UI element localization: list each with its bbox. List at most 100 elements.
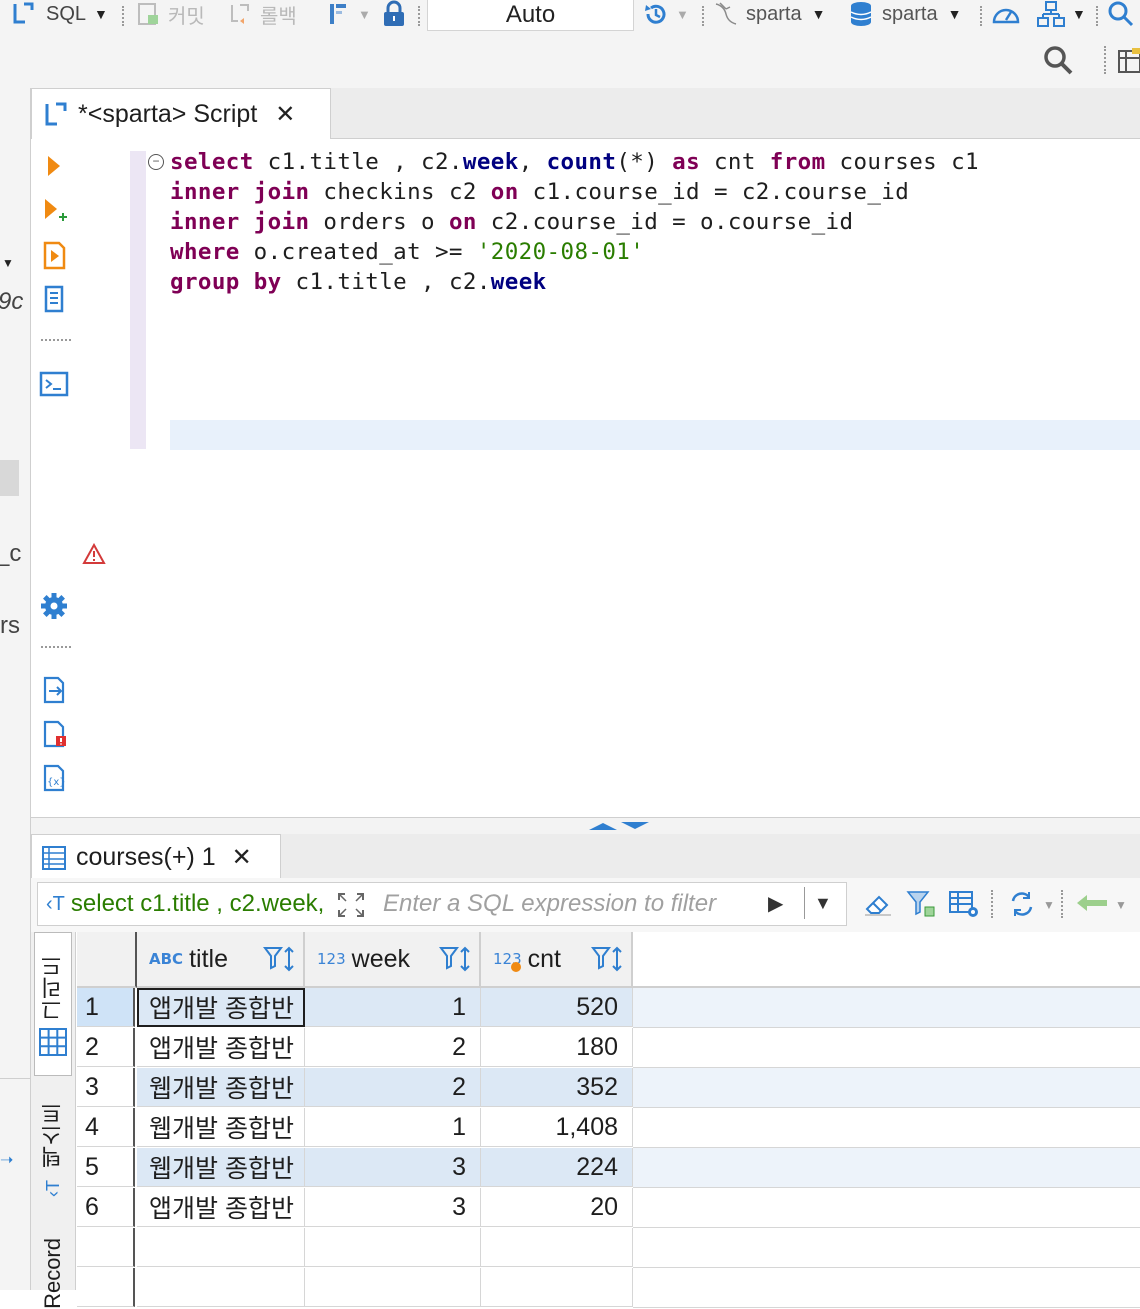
tab-text[interactable]: 텍스트 ‹T — [35, 1096, 71, 1216]
transaction-mode-selector[interactable]: Auto — [427, 0, 634, 31]
sql-label: SQL — [46, 2, 87, 25]
table-row[interactable]: 3 웹개발 종합반 2 352 — [77, 1068, 1140, 1108]
eraser-icon[interactable] — [863, 889, 893, 919]
open-console-button[interactable] — [37, 367, 71, 401]
transaction-log-button[interactable]: ▼ — [326, 0, 371, 28]
cell-week[interactable]: 3 — [305, 1188, 481, 1227]
results-tab-title: courses(+) 1 — [76, 843, 216, 871]
search-icon[interactable] — [1042, 44, 1076, 78]
database-icon — [850, 2, 872, 26]
query-text-preview[interactable]: ‹T select c1.title , c2.week, count(*) a… — [46, 889, 326, 919]
search-button[interactable] — [1106, 0, 1136, 28]
sort-filter-icon[interactable] — [439, 946, 473, 972]
filter-box: ‹T select c1.title , c2.week, count(*) a… — [37, 882, 847, 926]
commit-button[interactable]: 커밋 — [136, 0, 205, 28]
table-row[interactable]: 1 앱개발 종합반 1 520 — [77, 988, 1140, 1028]
cell-cnt[interactable]: 352 — [481, 1068, 633, 1107]
execute-script-button[interactable] — [37, 238, 71, 272]
code-line-2[interactable]: inner join checkins c2 on c1.course_id =… — [170, 179, 909, 205]
variables-icon: {x} — [43, 764, 66, 792]
empty-cell — [633, 1228, 1140, 1268]
cell-week[interactable]: 2 — [305, 1068, 481, 1107]
tab-sparta-script[interactable]: *<sparta> Script ✕ — [31, 88, 331, 140]
fold-toggle-icon[interactable]: − — [148, 154, 164, 170]
chevron-down-icon[interactable]: ▼ — [1043, 898, 1055, 912]
filter-history-dropdown[interactable]: ▼ — [814, 893, 832, 914]
sash-arrows-icon[interactable] — [587, 820, 651, 832]
history-button[interactable]: ▼ — [642, 0, 689, 28]
row-number: 5 — [77, 1148, 135, 1187]
cell-week[interactable]: 3 — [305, 1148, 481, 1187]
code-line-3[interactable]: inner join orders o on c2.course_id = o.… — [170, 209, 853, 235]
arrow-right-icon[interactable]: ➝ — [0, 1150, 13, 1170]
toolbar-separator — [41, 339, 71, 341]
cell-title[interactable]: 앱개발 종합반 — [137, 1188, 305, 1227]
cell-week[interactable]: 1 — [305, 1108, 481, 1147]
cell-title[interactable]: 웹개발 종합반 — [137, 1148, 305, 1187]
tab-record[interactable]: Record — [35, 1238, 71, 1309]
table-row[interactable]: 4 웹개발 종합반 1 1,408 — [77, 1108, 1140, 1148]
cell-cnt[interactable]: 180 — [481, 1028, 633, 1067]
column-header-cnt[interactable]: 123 cnt — [481, 932, 633, 988]
variables-button[interactable]: {x} — [37, 761, 71, 795]
toolbar-separator — [1096, 6, 1098, 26]
table-row[interactable]: 2 앱개발 종합반 2 180 — [77, 1028, 1140, 1068]
connection-selector[interactable]: sparta ▼ — [712, 0, 825, 28]
tab-results-courses[interactable]: courses(+) 1 ✕ — [31, 834, 281, 880]
editor-results-splitter[interactable] — [31, 817, 1140, 835]
export-button[interactable] — [37, 673, 71, 707]
column-header-week[interactable]: 123 week — [305, 932, 481, 988]
cell-title[interactable]: 웹개발 종합반 — [137, 1068, 305, 1107]
sort-filter-icon[interactable] — [263, 946, 297, 972]
rollback-button[interactable]: 롤백 — [228, 0, 297, 28]
problems-button[interactable] — [37, 717, 71, 751]
cell-week[interactable]: 2 — [305, 1028, 481, 1067]
filter-settings-icon[interactable] — [905, 889, 937, 919]
column-header-title[interactable]: ABC title — [137, 932, 305, 988]
arrow-left-icon[interactable] — [1075, 891, 1111, 915]
history-icon — [645, 4, 666, 24]
cell-cnt[interactable]: 224 — [481, 1148, 633, 1187]
cell-week[interactable]: 1 — [305, 988, 481, 1027]
code-line-1[interactable]: select c1.title , c2.week, count(*) as c… — [170, 149, 979, 175]
schema-selector[interactable]: sparta ▼ — [848, 0, 961, 28]
table-row[interactable]: 6 앱개발 종합반 3 20 — [77, 1188, 1140, 1228]
close-icon[interactable]: ✕ — [232, 843, 252, 872]
row-number-header[interactable] — [77, 932, 137, 988]
execute-in-new-tab-button[interactable] — [37, 194, 71, 228]
table-icon[interactable] — [1118, 48, 1140, 74]
empty-cell — [305, 1268, 481, 1307]
refresh-icon[interactable] — [1007, 889, 1037, 919]
cell-cnt[interactable]: 1,408 — [481, 1108, 633, 1147]
cell-title[interactable]: 웹개발 종합반 — [137, 1108, 305, 1147]
expand-icon[interactable] — [336, 891, 366, 919]
close-icon[interactable]: ✕ — [275, 100, 295, 129]
chevron-down-icon[interactable]: ▼ — [2, 256, 14, 270]
sort-filter-icon[interactable] — [591, 946, 625, 972]
lock-button[interactable] — [380, 0, 408, 28]
code-line-4[interactable]: where o.created_at >= '2020-08-01' — [170, 239, 644, 265]
row-number — [77, 1228, 135, 1267]
query-text: select c1.title , c2.week, count(*) as c… — [70, 890, 326, 917]
tab-grid[interactable]: 그리드 — [34, 932, 72, 1076]
explain-plan-button[interactable]: ▼ — [1036, 0, 1086, 28]
cell-cnt[interactable]: 20 — [481, 1188, 633, 1227]
sql-editor[interactable]: {x} − select c1.title , c2.week, count(*… — [31, 139, 1140, 817]
table-settings-icon[interactable] — [947, 888, 981, 920]
cell-title[interactable]: 앱개발 종합반 — [137, 1028, 305, 1067]
cell-title[interactable]: 앱개발 종합반 — [137, 988, 305, 1027]
dashboard-button[interactable] — [990, 0, 1022, 28]
explain-plan-button[interactable] — [37, 282, 71, 316]
settings-button[interactable] — [37, 589, 71, 623]
sql-editor-button[interactable]: SQL ▼ — [10, 0, 108, 28]
execute-statement-button[interactable] — [37, 149, 71, 183]
filter-expression-input[interactable] — [383, 888, 763, 920]
table-row[interactable]: 5 웹개발 종합반 3 224 — [77, 1148, 1140, 1188]
text-view-icon: ‹T — [42, 1180, 63, 1197]
cell-cnt[interactable]: 520 — [481, 988, 633, 1027]
apply-filter-icon[interactable]: ▶ — [768, 891, 783, 916]
code-line-5[interactable]: group by c1.title , c2.week — [170, 269, 547, 295]
result-grid[interactable]: ABC title 123 week 123 cnt 1 앱개발 종합반 1 5… — [77, 932, 1140, 1308]
lock-icon — [384, 0, 404, 26]
chevron-down-icon[interactable]: ▼ — [1115, 898, 1127, 912]
